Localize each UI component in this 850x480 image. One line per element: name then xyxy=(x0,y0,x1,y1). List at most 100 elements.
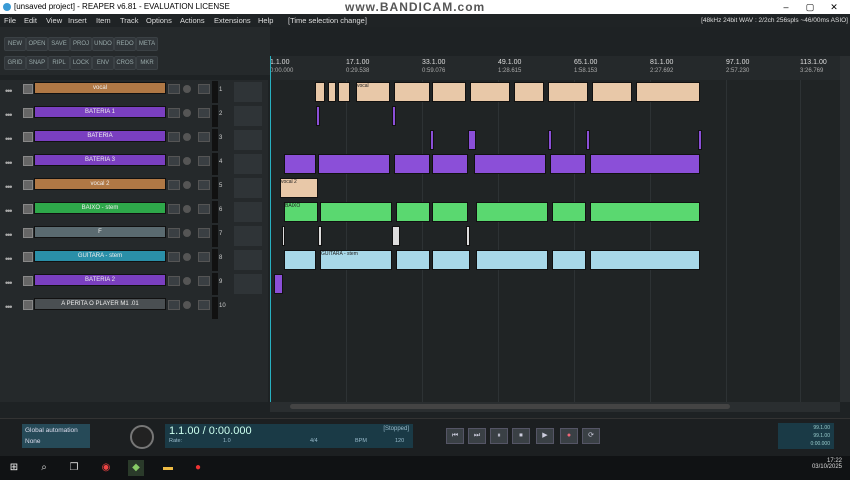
track-1[interactable]: ••• vocal 1 xyxy=(2,81,266,103)
route-button[interactable] xyxy=(168,276,180,286)
save-project-button[interactable]: SAVE xyxy=(48,37,70,51)
media-item[interactable] xyxy=(550,154,586,174)
stop-button[interactable]: ⏹ xyxy=(512,428,530,444)
media-item[interactable] xyxy=(476,202,548,222)
media-item[interactable] xyxy=(392,226,400,246)
rate-value[interactable]: 1.0 xyxy=(223,438,231,444)
track-name[interactable]: BATERIA xyxy=(34,130,166,142)
crossfade-button[interactable]: CROS xyxy=(114,56,136,70)
media-item[interactable]: vocal xyxy=(356,82,390,102)
media-item[interactable] xyxy=(328,82,336,102)
fx-button[interactable] xyxy=(198,300,210,310)
track-2[interactable]: ••• BATERIA 1 2 xyxy=(2,105,266,127)
volume-knob[interactable] xyxy=(183,229,191,237)
fx-button[interactable] xyxy=(198,228,210,238)
media-item[interactable] xyxy=(392,106,396,126)
track-icon[interactable] xyxy=(234,82,262,102)
time-signature[interactable]: 4/4 xyxy=(310,438,318,444)
close-button[interactable]: ✕ xyxy=(822,0,846,14)
track-icon[interactable] xyxy=(234,202,262,222)
media-item[interactable]: GUITARA - stem xyxy=(320,250,392,270)
snap-button[interactable]: SNAP xyxy=(26,56,48,70)
menu-edit[interactable]: Edit xyxy=(24,14,37,27)
play-button[interactable]: ▶ xyxy=(536,428,554,444)
track-7[interactable]: ••• F 7 xyxy=(2,225,266,247)
drag-handle-icon[interactable]: ••• xyxy=(5,182,13,192)
track-icon[interactable] xyxy=(234,106,262,126)
master-knob[interactable] xyxy=(130,425,154,449)
menu-actions[interactable]: Actions xyxy=(180,14,205,27)
volume-knob[interactable] xyxy=(183,133,191,141)
media-item[interactable] xyxy=(698,130,702,150)
fx-button[interactable] xyxy=(198,156,210,166)
media-item[interactable] xyxy=(552,202,586,222)
fx-button[interactable] xyxy=(198,84,210,94)
track-10[interactable]: ••• A PERITA O PLAYER M1 .01 10 xyxy=(2,297,266,319)
pause-button[interactable]: ⏸ xyxy=(490,428,508,444)
media-item[interactable] xyxy=(470,82,510,102)
drag-handle-icon[interactable]: ••• xyxy=(5,134,13,144)
menu-extensions[interactable]: Extensions xyxy=(214,14,251,27)
timeline-ruler[interactable]: 1.1.00 17.1.00 33.1.00 49.1.00 65.1.00 8… xyxy=(270,56,850,81)
track-name[interactable]: vocal 2 xyxy=(34,178,166,190)
track-icon[interactable] xyxy=(234,250,262,270)
volume-knob[interactable] xyxy=(183,109,191,117)
media-item[interactable] xyxy=(592,82,632,102)
new-project-button[interactable]: NEW xyxy=(4,37,26,51)
track-name[interactable]: BATERIA 1 xyxy=(34,106,166,118)
track-name[interactable]: BAIXO - stem xyxy=(34,202,166,214)
fx-button[interactable] xyxy=(198,252,210,262)
project-settings-button[interactable]: PROJ xyxy=(70,37,92,51)
media-item[interactable] xyxy=(315,82,325,102)
record-arm-button[interactable] xyxy=(23,300,33,310)
volume-knob[interactable] xyxy=(183,181,191,189)
track-name[interactable]: F xyxy=(34,226,166,238)
track-9[interactable]: ••• BATERIA 2 9 xyxy=(2,273,266,295)
track-icon[interactable] xyxy=(234,130,262,150)
marker-button[interactable]: MKR xyxy=(136,56,158,70)
route-button[interactable] xyxy=(168,300,180,310)
bandicam-icon[interactable]: ● xyxy=(190,460,206,476)
menu-view[interactable]: View xyxy=(46,14,62,27)
media-item[interactable] xyxy=(636,82,700,102)
media-item[interactable] xyxy=(320,202,392,222)
menu-insert[interactable]: Insert xyxy=(68,14,87,27)
search-icon[interactable]: ⌕ xyxy=(36,460,52,476)
menu-help[interactable]: Help xyxy=(258,14,273,27)
ripple-button[interactable]: RIPL xyxy=(48,56,70,70)
media-item[interactable] xyxy=(548,130,552,150)
skip-back-button[interactable]: ⏮ xyxy=(446,428,464,444)
volume-knob[interactable] xyxy=(183,205,191,213)
track-icon[interactable] xyxy=(234,178,262,198)
record-arm-button[interactable] xyxy=(23,276,33,286)
fx-button[interactable] xyxy=(198,276,210,286)
media-item[interactable] xyxy=(432,250,470,270)
media-item[interactable] xyxy=(282,226,285,246)
route-button[interactable] xyxy=(168,132,180,142)
vertical-scrollbar[interactable] xyxy=(840,56,850,402)
volume-knob[interactable] xyxy=(183,85,191,93)
media-item[interactable] xyxy=(468,130,476,150)
track-name[interactable]: vocal xyxy=(34,82,166,94)
menu-track[interactable]: Track xyxy=(120,14,138,27)
record-button[interactable]: ● xyxy=(560,428,578,444)
bpm-value[interactable]: 120 xyxy=(395,438,404,444)
route-button[interactable] xyxy=(168,108,180,118)
drag-handle-icon[interactable]: ••• xyxy=(5,278,13,288)
media-item[interactable] xyxy=(514,82,544,102)
windows-start-icon[interactable]: ⊞ xyxy=(6,460,22,476)
drag-handle-icon[interactable]: ••• xyxy=(5,86,13,96)
envelope-button[interactable]: ENV xyxy=(92,56,114,70)
volume-knob[interactable] xyxy=(183,301,191,309)
media-item[interactable] xyxy=(432,202,468,222)
media-item[interactable] xyxy=(476,250,548,270)
reaper-taskbar-icon[interactable]: ◆ xyxy=(128,460,144,476)
media-item[interactable] xyxy=(396,250,430,270)
file-explorer-icon[interactable]: ▬ xyxy=(160,460,176,476)
audio-status[interactable]: [48kHz 24bit WAV : 2/2ch 256spls ~46/00m… xyxy=(701,14,848,27)
media-item[interactable] xyxy=(548,82,588,102)
track-name[interactable]: BATERIA 3 xyxy=(34,154,166,166)
drag-handle-icon[interactable]: ••• xyxy=(5,158,13,168)
media-item[interactable] xyxy=(394,154,430,174)
track-5[interactable]: ••• vocal 2 5 xyxy=(2,177,266,199)
